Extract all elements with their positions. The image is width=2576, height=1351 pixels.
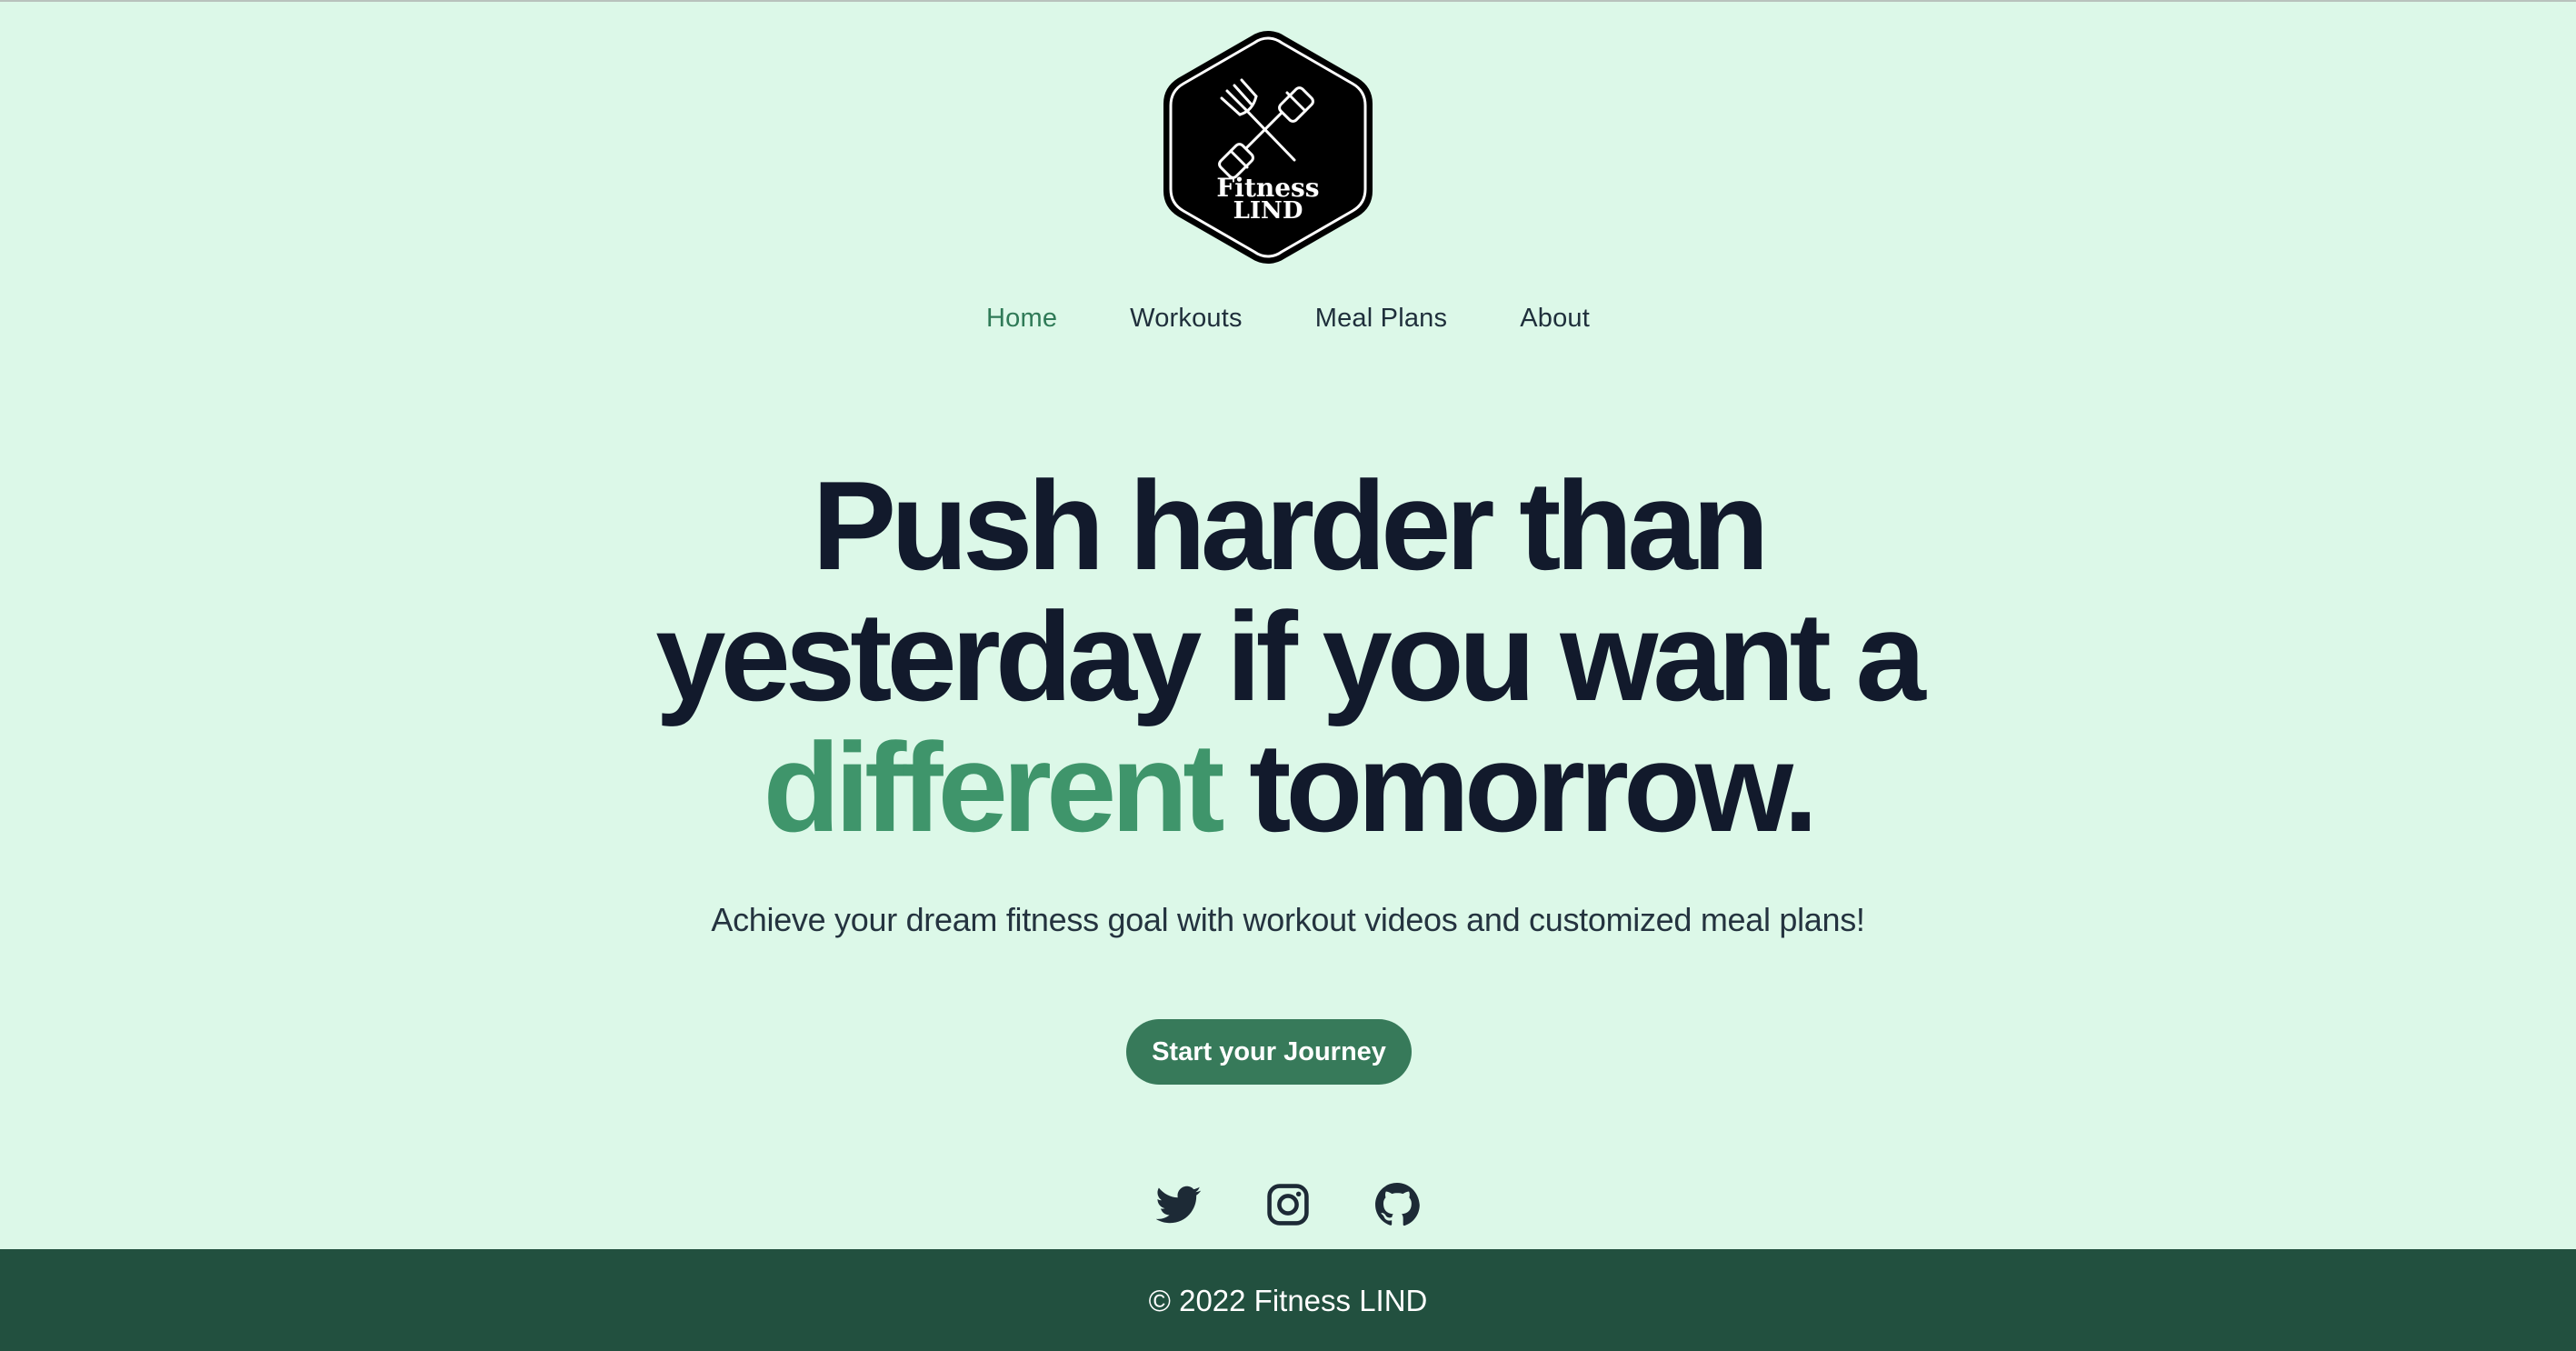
hero-headline: Push harder than yesterday if you want a… [0,461,2576,854]
instagram-icon [1267,1184,1309,1226]
headline-accent: different [763,717,1225,858]
headline-line-3: different tomorrow. [0,723,2576,854]
main-nav: Home Workouts Meal Plans About [0,298,2576,338]
start-journey-button[interactable]: Start your Journey [1126,1019,1412,1085]
social-links [0,1182,2576,1227]
nav-item-home[interactable]: Home [986,298,1057,338]
headline-line-1: Push harder than [812,455,1769,596]
copyright-text: © 2022 Fitness LIND [1148,1284,1428,1317]
brand-logo[interactable]: Fitness LIND [1158,27,1378,267]
headline-end: tomorrow. [1249,717,1818,858]
site-footer: © 2022 Fitness LIND [0,1249,2576,1351]
twitter-link[interactable] [1156,1182,1202,1227]
github-icon [1375,1183,1420,1226]
hero-subtitle: Achieve your dream fitness goal with wor… [711,901,1865,938]
instagram-link[interactable] [1265,1182,1311,1227]
nav-item-meal-plans[interactable]: Meal Plans [1315,298,1447,338]
nav-item-about[interactable]: About [1520,298,1590,338]
nav-item-workouts[interactable]: Workouts [1130,298,1243,338]
logo-text-line2: LIND [1233,197,1303,225]
headline-line-2: yesterday if you want a [655,586,1926,727]
brand-logo-badge: Fitness LIND [1163,31,1373,264]
landing-page: Fitness LIND Home Workouts Meal Plans Ab… [0,0,2576,1351]
twitter-icon [1156,1186,1202,1224]
github-link[interactable] [1374,1182,1420,1227]
